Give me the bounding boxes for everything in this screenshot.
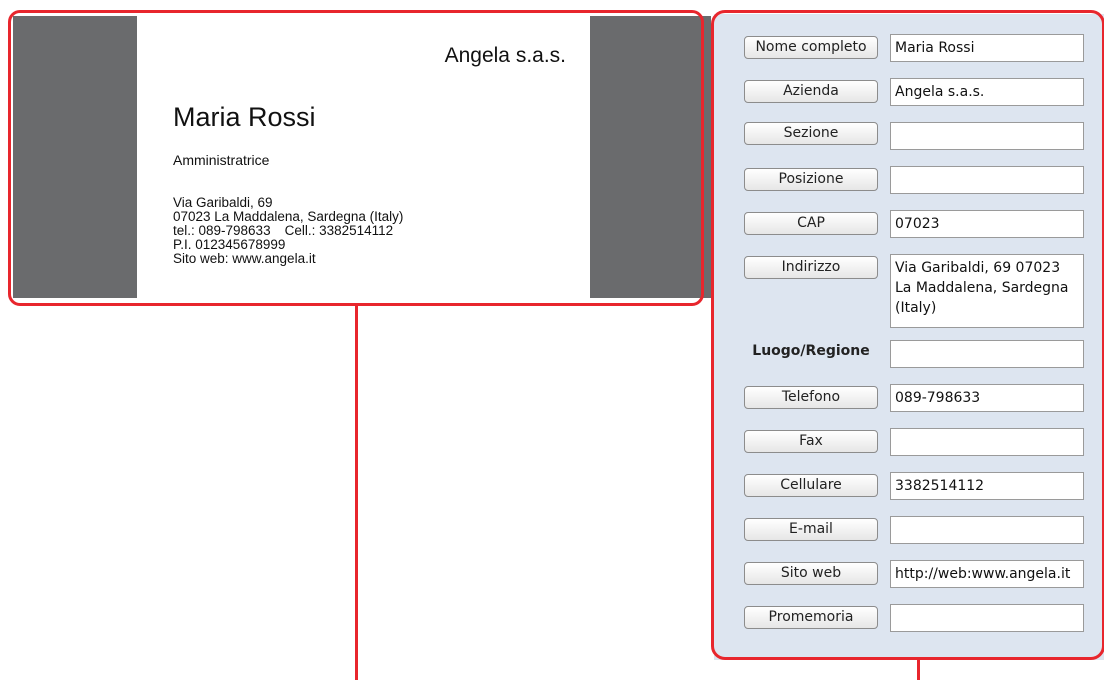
sezione-field[interactable] [890,122,1084,150]
cap-button[interactable]: CAP [744,212,878,235]
card-connector-line [355,306,358,680]
azienda-button[interactable]: Azienda [744,80,878,103]
business-card-image: Angela s.a.s. Maria Rossi Amministratric… [137,16,590,298]
card-web: Sito web: www.angela.it [173,251,316,266]
posizione-button[interactable]: Posizione [744,168,878,191]
card-company: Angela s.a.s. [444,44,566,67]
luogo-regione-label: Luogo/Regione [752,343,870,359]
card-role: Amministratrice [173,152,270,168]
card-address: Via Garibaldi, 69 [173,195,273,210]
cellulare-field[interactable] [890,472,1084,500]
nome-completo-button[interactable]: Nome completo [744,36,878,59]
email-field[interactable] [890,516,1084,544]
fields-connector-line [917,660,920,680]
card-vat: P.I. 012345678999 [173,237,286,252]
telefono-button[interactable]: Telefono [744,386,878,409]
cellulare-button[interactable]: Cellulare [744,474,878,497]
card-cell: Cell.: 3382514112 [284,223,394,238]
card-fields-panel: Nome completo Azienda Sezione Posizione … [714,14,1104,660]
promemoria-button[interactable]: Promemoria [744,606,878,629]
azienda-field[interactable] [890,78,1084,106]
card-name: Maria Rossi [173,102,316,132]
card-city: 07023 La Maddalena, Sardegna (Italy) [173,209,404,224]
posizione-field[interactable] [890,166,1084,194]
indirizzo-button[interactable]: Indirizzo [744,256,878,279]
card-phones: tel.: 089-798633 Cell.: 3382514112 [173,224,393,238]
indirizzo-field[interactable]: Via Garibaldi, 69 07023 La Maddalena, Sa… [890,254,1084,328]
luogo-regione-field[interactable] [890,340,1084,368]
fax-button[interactable]: Fax [744,430,878,453]
sito-web-button[interactable]: Sito web [744,562,878,585]
promemoria-field[interactable] [890,604,1084,632]
sito-web-field[interactable] [890,560,1084,588]
email-button[interactable]: E-mail [744,518,878,541]
telefono-field[interactable] [890,384,1084,412]
sezione-button[interactable]: Sezione [744,122,878,145]
card-preview-area: Angela s.a.s. Maria Rossi Amministratric… [13,16,701,298]
nome-completo-field[interactable] [890,34,1084,62]
fax-field[interactable] [890,428,1084,456]
card-tel: tel.: 089-798633 [173,223,271,238]
cap-field[interactable] [890,210,1084,238]
viewer-edge [701,16,711,298]
